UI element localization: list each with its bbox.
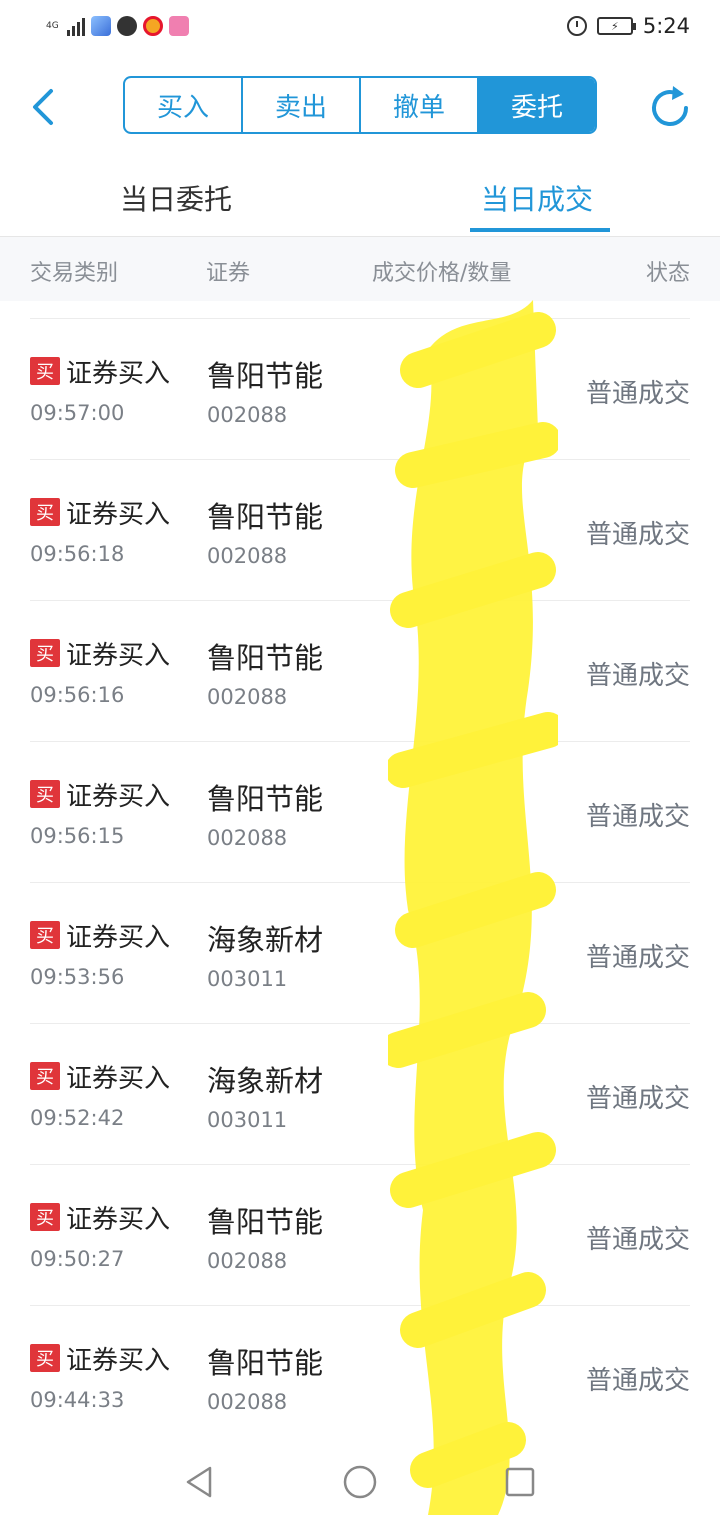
security-code: 002088	[207, 685, 288, 709]
trade-time: 09:52:42	[30, 1106, 125, 1130]
security-name: 海象新材	[207, 1064, 324, 1098]
status-right-icons: ⚡ 5:24	[566, 14, 690, 38]
table-row[interactable]: 买 证券买入 09:50:27 鲁阳节能 002088 普通成交	[30, 1164, 690, 1305]
security-name: 鲁阳节能	[207, 500, 324, 534]
buy-badge: 买	[30, 357, 60, 385]
buy-badge: 买	[30, 1203, 60, 1231]
table-row[interactable]: 买 证券买入 09:56:18 鲁阳节能 002088 普通成交	[30, 459, 690, 600]
trade-type: 证券买入	[66, 1346, 171, 1376]
status-left-icons: 4G	[46, 16, 189, 36]
weibo-icon	[142, 16, 163, 36]
table-row[interactable]: 买 证券买入 09:52:42 海象新材 003011 普通成交	[30, 1023, 690, 1164]
segment-cancel[interactable]: 撤单	[361, 78, 479, 132]
trade-type: 证券买入	[66, 641, 171, 671]
nav-back-icon[interactable]	[180, 1462, 220, 1502]
trade-time: 09:50:27	[30, 1247, 125, 1271]
column-header-price-qty: 成交价格/数量	[372, 261, 512, 286]
trade-status: 普通成交	[585, 1225, 690, 1255]
refresh-icon	[652, 86, 688, 127]
table-row[interactable]: 买 证券买入 09:56:15 鲁阳节能 002088 普通成交	[30, 741, 690, 882]
trade-time: 09:57:00	[30, 401, 125, 425]
buy-badge: 买	[30, 1062, 60, 1090]
trade-time: 09:56:16	[30, 683, 125, 707]
column-header-status: 状态	[645, 261, 690, 286]
buy-badge: 买	[30, 921, 60, 949]
trade-status: 普通成交	[585, 943, 690, 973]
column-header-type: 交易类别	[30, 261, 119, 286]
security-name: 鲁阳节能	[207, 1346, 324, 1380]
trade-status: 普通成交	[585, 661, 690, 691]
buy-badge: 买	[30, 1344, 60, 1372]
back-chevron-icon	[33, 89, 53, 125]
segment-orders[interactable]: 委托	[479, 78, 595, 132]
order-tabs: 当日委托 当日成交	[0, 166, 720, 236]
buy-badge: 买	[30, 498, 60, 526]
security-code: 002088	[207, 544, 288, 568]
status-bar: 4G ⚡ 5:24	[0, 0, 720, 58]
refresh-button[interactable]	[646, 84, 694, 132]
table-row[interactable]: 买 证券买入 09:56:16 鲁阳节能 002088 普通成交	[30, 600, 690, 741]
security-code: 002088	[207, 826, 288, 850]
security-name: 鲁阳节能	[207, 1205, 324, 1239]
trade-status: 普通成交	[585, 379, 690, 409]
alarm-icon	[566, 16, 587, 36]
trade-time: 09:56:15	[30, 824, 125, 848]
trade-status: 普通成交	[585, 520, 690, 550]
trade-type: 证券买入	[66, 1064, 171, 1094]
trade-status: 普通成交	[585, 802, 690, 832]
segment-buy[interactable]: 买入	[125, 78, 243, 132]
active-tab-indicator	[470, 228, 610, 232]
security-code: 003011	[207, 967, 288, 991]
trade-status: 普通成交	[585, 1084, 690, 1114]
tab-today-orders[interactable]: 当日委托	[120, 178, 232, 218]
table-row[interactable]: 买 证券买入 09:57:00 鲁阳节能 002088 普通成交	[30, 318, 690, 459]
back-button[interactable]	[22, 82, 62, 132]
security-name: 鲁阳节能	[207, 641, 324, 675]
nav-recent-apps-icon[interactable]	[500, 1462, 540, 1502]
trade-type: 证券买入	[66, 1205, 171, 1235]
table-header: 交易类别 证券 成交价格/数量 状态	[0, 237, 720, 301]
network-type: 4G	[46, 20, 59, 31]
security-code: 002088	[207, 403, 288, 427]
segment-sell[interactable]: 卖出	[243, 78, 361, 132]
signal-icon	[66, 16, 85, 36]
trade-type: 证券买入	[66, 923, 171, 953]
security-code: 002088	[207, 1390, 288, 1414]
security-code: 003011	[207, 1108, 288, 1132]
trade-status: 普通成交	[585, 1366, 690, 1396]
security-name: 海象新材	[207, 923, 324, 957]
status-clock: 5:24	[642, 14, 690, 38]
nav-home-icon[interactable]	[340, 1462, 380, 1502]
trade-list: 买 证券买入 09:57:00 鲁阳节能 002088 普通成交 买 证券买入 …	[0, 318, 720, 1446]
app-notification-icon	[116, 16, 137, 36]
app-notification-icon	[90, 16, 111, 36]
buy-badge: 买	[30, 639, 60, 667]
trade-type: 证券买入	[66, 359, 171, 389]
tab-today-trades[interactable]: 当日成交	[481, 178, 593, 218]
trade-type: 证券买入	[66, 500, 171, 530]
battery-charging-icon: ⚡	[596, 17, 636, 35]
trade-time: 09:56:18	[30, 542, 125, 566]
buy-badge: 买	[30, 780, 60, 808]
security-name: 鲁阳节能	[207, 359, 324, 393]
trade-time: 09:53:56	[30, 965, 125, 989]
security-name: 鲁阳节能	[207, 782, 324, 816]
table-row[interactable]: 买 证券买入 09:44:33 鲁阳节能 002088 普通成交	[30, 1305, 690, 1446]
trade-type: 证券买入	[66, 782, 171, 812]
app-notification-icon	[168, 16, 189, 36]
trade-segmented-control: 买入 卖出 撤单 委托	[123, 76, 597, 134]
column-header-security: 证券	[206, 261, 251, 286]
table-row[interactable]: 买 证券买入 09:53:56 海象新材 003011 普通成交	[30, 882, 690, 1023]
system-nav-bar	[0, 1440, 720, 1520]
security-code: 002088	[207, 1249, 288, 1273]
trade-time: 09:44:33	[30, 1388, 125, 1412]
